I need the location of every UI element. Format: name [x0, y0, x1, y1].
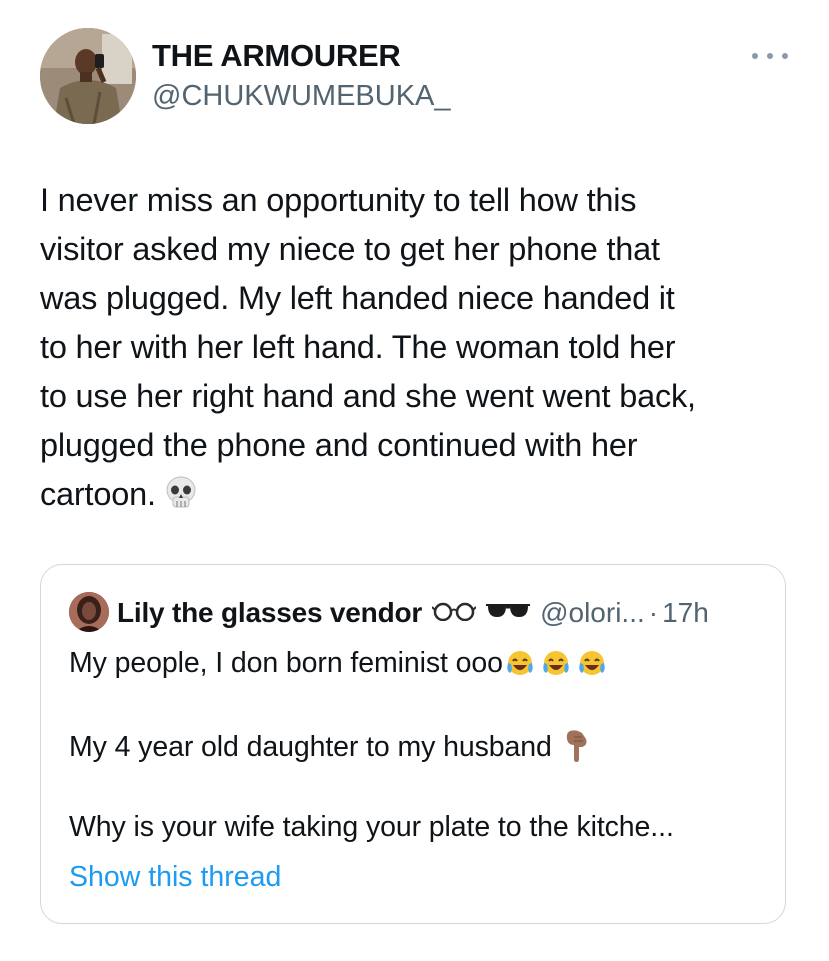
tears-of-joy-icon — [579, 651, 605, 675]
tweet-body: I never miss an opportunity to tell how … — [40, 176, 800, 525]
quoted-author-avatar[interactable] — [69, 592, 109, 632]
more-options-button[interactable] — [752, 44, 788, 68]
quoted-text-1: My people, I don born feminist ooo — [69, 647, 503, 679]
author-handle[interactable]: @CHUKWUMEBUKA_ — [152, 80, 451, 113]
skull-emoji-icon — [164, 475, 198, 525]
quoted-text-line-3: Why is your wife taking your plate to th… — [69, 811, 674, 843]
quoted-text-2: My 4 year old daughter to my husband — [69, 731, 552, 763]
glasses-icon — [431, 601, 477, 626]
quoted-text-line-2: My 4 year old daughter to my husband — [69, 729, 592, 764]
sunglasses-icon — [486, 601, 531, 626]
tears-of-joy-emojis — [505, 649, 607, 679]
show-thread-link[interactable]: Show this thread — [69, 861, 281, 894]
pointing-down-icon — [562, 729, 592, 763]
tears-of-joy-icon — [507, 651, 533, 675]
more-dot — [782, 53, 788, 59]
tweet-text: I never miss an opportunity to tell how … — [40, 182, 696, 512]
quoted-tweet-card[interactable]: Lily the glasses vendor @olori... · 17h … — [40, 564, 786, 924]
quoted-author-name[interactable]: Lily the glasses vendor — [117, 597, 422, 629]
quoted-author-handle[interactable]: @olori... — [540, 597, 645, 629]
author-avatar[interactable] — [40, 28, 136, 124]
quoted-text-line-1: My people, I don born feminist ooo — [69, 647, 607, 680]
quoted-tweet-header: Lily the glasses vendor @olori... · 17h — [117, 593, 709, 633]
more-horizontal-icon — [752, 53, 758, 59]
header-separator: · — [648, 597, 659, 628]
more-dot — [767, 53, 773, 59]
tears-of-joy-icon — [543, 651, 569, 675]
author-display-name[interactable]: THE ARMOURER — [152, 38, 401, 74]
quoted-tweet-time[interactable]: 17h — [662, 597, 709, 629]
